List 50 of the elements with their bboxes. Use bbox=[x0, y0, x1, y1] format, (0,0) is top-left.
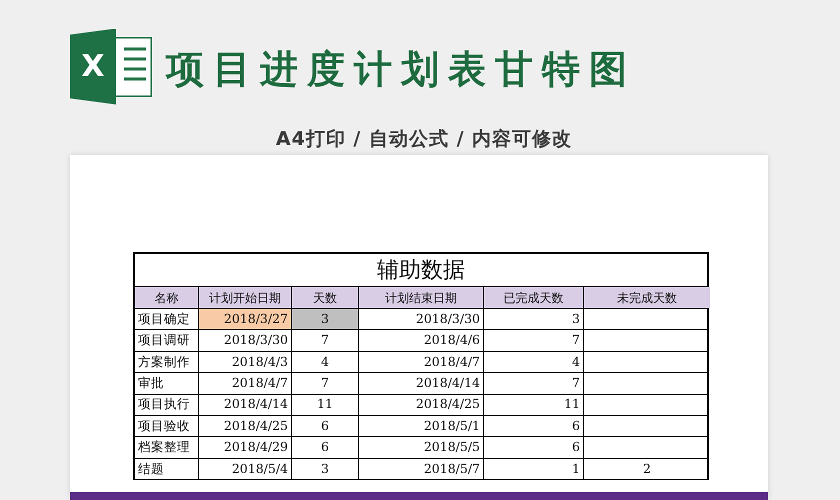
table-cell-text: 2018/5/5 bbox=[422, 438, 481, 456]
table-cell-text: 项目验收 bbox=[137, 416, 191, 435]
table-cell-text: 6 bbox=[320, 416, 330, 435]
table-cell-text: 2018/5/1 bbox=[422, 416, 481, 435]
table-cell: 3 bbox=[292, 309, 358, 330]
table-cell-text: 审批 bbox=[137, 374, 165, 392]
table-cell-text: 2018/4/25 bbox=[414, 395, 481, 414]
table-cell-text: 7 bbox=[571, 331, 581, 350]
table-cell-text: 2018/4/6 bbox=[422, 331, 481, 350]
table-cell-text: 2018/4/14 bbox=[414, 374, 481, 392]
table-cell-text: 2 bbox=[642, 460, 652, 478]
table-cell-text: 7 bbox=[320, 331, 330, 350]
table-cell-text: 11 bbox=[316, 395, 334, 414]
table-cell-text: 6 bbox=[571, 438, 581, 456]
table-cell-text: 2018/4/14 bbox=[222, 395, 289, 414]
table-cell-text: 档案整理 bbox=[137, 438, 191, 456]
table-cell-text: 7 bbox=[320, 374, 330, 392]
table-cell-text: 2018/4/29 bbox=[222, 438, 289, 456]
logo-badge: X bbox=[70, 28, 116, 104]
table-cell-text: 3 bbox=[571, 310, 581, 328]
page-title: 项目进度计划表甘特图 bbox=[166, 50, 636, 88]
table-cell-text: 2018/4/3 bbox=[230, 352, 289, 371]
table-cell-text: 2018/4/25 bbox=[222, 416, 289, 435]
column-header: 计划开始日期 bbox=[199, 287, 292, 308]
table-cell-text: 4 bbox=[571, 352, 581, 371]
column-header: 天数 bbox=[292, 287, 359, 308]
table-cell-text: 6 bbox=[320, 438, 330, 456]
table-cell-text: 2018/3/30 bbox=[414, 310, 481, 328]
table-cell-text: 11 bbox=[563, 395, 581, 414]
table-cell-text: 2018/3/30 bbox=[222, 331, 289, 350]
table-cell-text: 3 bbox=[320, 460, 330, 478]
table-cell-text: 方案制作 bbox=[137, 352, 191, 371]
table-cell-text: 2018/4/7 bbox=[230, 374, 289, 392]
table-cell-text: 1 bbox=[571, 460, 581, 478]
table-cell: 2018/3/27 bbox=[199, 309, 291, 330]
table-cell-text: 6 bbox=[571, 416, 581, 435]
column-header: 计划结束日期 bbox=[359, 287, 484, 308]
table-cell-text: 项目调研 bbox=[137, 331, 191, 350]
table-cell-text: 7 bbox=[571, 374, 581, 392]
column-header: 名称 bbox=[135, 287, 199, 308]
table-cell-text: 2018/5/4 bbox=[230, 460, 289, 478]
table-cell-text: 4 bbox=[320, 352, 330, 371]
subtitle: A4打印 / 自动公式 / 内容可修改 bbox=[276, 127, 572, 152]
column-header: 未完成天数 bbox=[584, 287, 710, 308]
table-cell-text: 项目执行 bbox=[137, 395, 191, 414]
column-header: 已完成天数 bbox=[484, 287, 584, 308]
table-cell-text: 项目确定 bbox=[137, 310, 191, 328]
table-cell-text: 结题 bbox=[137, 460, 165, 478]
table-cell-text: 2018/5/7 bbox=[422, 460, 481, 478]
table-cell-text: 2018/4/7 bbox=[422, 352, 481, 371]
